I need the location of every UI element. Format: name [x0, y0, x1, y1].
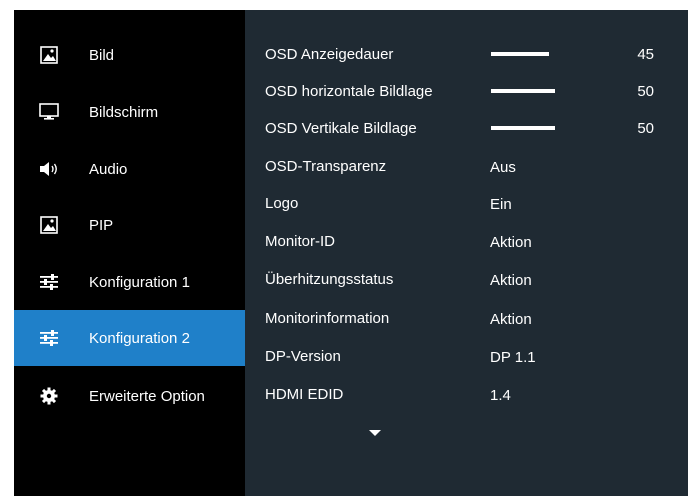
sidebar-item-label: Konfiguration 2	[89, 329, 190, 347]
setting-row-monitorinformation[interactable]: Monitorinformation Aktion	[245, 301, 688, 338]
value-slider-bar[interactable]	[491, 89, 555, 93]
gear-icon	[38, 385, 60, 407]
setting-label: Monitor-ID	[265, 233, 336, 250]
setting-label: Überhitzungsstatus	[265, 271, 394, 288]
sidebar-item-label: Erweiterte Option	[89, 387, 205, 405]
setting-value: 50	[637, 120, 654, 137]
monitor-icon	[38, 101, 60, 123]
setting-label: OSD horizontale Bildlage	[265, 83, 433, 100]
setting-row-dp-version[interactable]: DP-Version DP 1.1	[245, 339, 688, 376]
osd-menu: Bild Bildschirm Audio PIP Konfiguration	[14, 10, 688, 496]
settings-panel: OSD Anzeigedauer 45 OSD horizontale Bild…	[245, 10, 688, 496]
sidebar-item-bildschirm[interactable]: Bildschirm	[14, 84, 245, 140]
sidebar-item-label: Bildschirm	[89, 103, 159, 121]
picture-icon	[38, 214, 60, 236]
sidebar-item-konfiguration-2[interactable]: Konfiguration 2	[14, 310, 245, 366]
setting-value: 45	[637, 46, 654, 63]
setting-row-monitor-id[interactable]: Monitor-ID Aktion	[245, 224, 688, 261]
sidebar-item-konfiguration-1[interactable]: Konfiguration 1	[14, 254, 245, 310]
setting-row-osd-vertikale-bildlage[interactable]: OSD Vertikale Bildlage 50	[245, 111, 688, 148]
sliders-icon	[38, 271, 60, 293]
setting-value: Aus	[490, 159, 516, 176]
setting-label: OSD Vertikale Bildlage	[265, 120, 417, 137]
sliders-icon	[38, 327, 60, 349]
sidebar: Bild Bildschirm Audio PIP Konfiguration	[14, 10, 245, 496]
sidebar-item-bild[interactable]: Bild	[14, 27, 245, 83]
setting-value: 1.4	[490, 387, 511, 404]
setting-label: OSD Anzeigedauer	[265, 46, 394, 63]
setting-row-osd-horizontale-bildlage[interactable]: OSD horizontale Bildlage 50	[245, 74, 688, 111]
value-slider-bar[interactable]	[491, 126, 555, 130]
setting-value: Aktion	[490, 311, 532, 328]
sidebar-item-label: PIP	[89, 216, 114, 234]
setting-value: Aktion	[490, 272, 532, 289]
setting-label: Logo	[265, 195, 299, 212]
setting-label: DP-Version	[265, 348, 341, 365]
setting-row-osd-anzeigedauer[interactable]: OSD Anzeigedauer 45	[245, 37, 688, 74]
sidebar-item-audio[interactable]: Audio	[14, 141, 245, 197]
setting-row-osd-transparenz[interactable]: OSD-Transparenz Aus	[245, 149, 688, 186]
setting-label: HDMI EDID	[265, 386, 344, 403]
setting-value: Aktion	[490, 234, 532, 251]
picture-icon	[38, 44, 60, 66]
setting-label: OSD-Transparenz	[265, 158, 387, 175]
value-slider-bar[interactable]	[491, 52, 549, 56]
speaker-icon	[38, 158, 60, 180]
setting-row-ueberhitzungsstatus[interactable]: Überhitzungsstatus Aktion	[245, 262, 688, 299]
sidebar-item-erweiterte-option[interactable]: Erweiterte Option	[14, 368, 245, 424]
chevron-down-icon[interactable]	[369, 430, 381, 436]
sidebar-item-label: Konfiguration 1	[89, 273, 190, 291]
setting-label: Monitorinformation	[265, 310, 390, 327]
setting-value: 50	[637, 83, 654, 100]
setting-value: DP 1.1	[490, 349, 536, 366]
sidebar-item-label: Bild	[89, 46, 115, 64]
setting-row-logo[interactable]: Logo Ein	[245, 186, 688, 223]
setting-row-hdmi-edid[interactable]: HDMI EDID 1.4	[245, 377, 688, 414]
setting-value: Ein	[490, 196, 512, 213]
sidebar-item-pip[interactable]: PIP	[14, 197, 245, 253]
sidebar-item-label: Audio	[89, 160, 128, 178]
